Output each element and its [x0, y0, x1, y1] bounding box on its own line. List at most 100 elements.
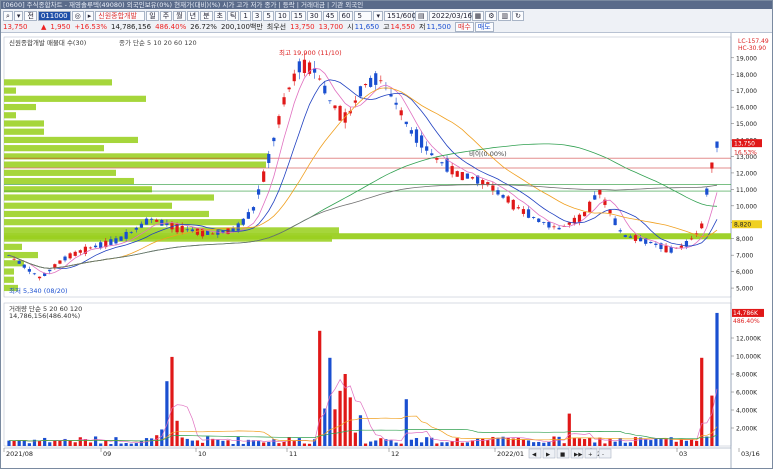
nav-button-label[interactable]: ▶▶ [574, 452, 583, 458]
volume-bar [124, 443, 128, 446]
search-stock-icon[interactable]: ◎ [71, 10, 84, 21]
nav-button-label[interactable]: ■ [560, 452, 565, 458]
candle-body [593, 195, 597, 200]
volume-bar [256, 441, 261, 446]
period-day-button[interactable]: 일 [146, 10, 159, 21]
settings-icon[interactable]: ⚙ [485, 10, 498, 21]
stock-code-input[interactable]: 011000 [37, 10, 71, 21]
volume-bar [262, 442, 266, 446]
chart-area[interactable]: 19,00018,00017,00016,00015,00014,00013,0… [1, 33, 772, 469]
interval-45-button[interactable]: 45 [322, 10, 338, 21]
candle-body [399, 110, 403, 116]
volume-bar [37, 440, 42, 446]
sync-icon[interactable]: ↻ [512, 10, 524, 21]
volume-bar [99, 443, 103, 446]
candle-body [119, 236, 123, 241]
stock-chart-svg[interactable]: 19,00018,00017,00016,00015,00014,00013,0… [1, 33, 772, 469]
candle-body [598, 189, 602, 195]
volume-bar [425, 437, 429, 446]
volume-bar [48, 442, 52, 446]
volume-bar [328, 357, 332, 446]
window-title-bar: [0600] 주식종합차트 - 재영솔루텍(49080) 외국인보유(0%) 현… [1, 1, 772, 9]
volume-pct: 486.40% [155, 22, 187, 31]
volume-bar [160, 429, 164, 446]
open-value: 11,650 [354, 22, 380, 31]
dropdown-icon[interactable]: ▾ [13, 10, 24, 21]
interval-60-button[interactable]: 60 [338, 10, 354, 21]
period-minute-button[interactable]: 분 [200, 10, 213, 21]
pct-tag: 16.53% [734, 150, 757, 157]
nav-button[interactable] [598, 448, 612, 459]
period-month-button[interactable]: 월 [173, 10, 186, 21]
candle-body [633, 235, 638, 241]
grid-icon[interactable]: ▥ [498, 10, 512, 21]
calendar-icon[interactable]: ▦ [471, 10, 485, 21]
volume-bar [481, 438, 485, 446]
interval-15-button[interactable]: 15 [290, 10, 306, 21]
volume-profile-bar [4, 87, 16, 94]
interval-1-button[interactable]: 1 [240, 10, 251, 21]
volume-bar [185, 438, 189, 446]
candle-body [537, 218, 541, 223]
volume-bar [684, 440, 689, 446]
candle-body [262, 171, 266, 182]
candle-body [623, 235, 627, 238]
nav-button-label[interactable]: + [588, 452, 593, 458]
interval-30-button[interactable]: 30 [306, 10, 322, 21]
sell-button[interactable]: 매도 [474, 21, 494, 32]
candle-body [211, 233, 215, 235]
x-axis-label: 12 [391, 450, 399, 458]
count-dropdown-icon[interactable]: ▾ [373, 10, 383, 21]
candle-body [363, 84, 368, 86]
period-week-button[interactable]: 주 [159, 10, 173, 21]
range-field[interactable]: 151/600 [383, 10, 416, 21]
volume-bar [460, 442, 464, 446]
volume-bar [532, 442, 536, 446]
volume-profile-bar [4, 177, 134, 185]
volume-bar [516, 437, 520, 446]
volume-bar [506, 437, 510, 446]
add-icon[interactable]: ▸ [84, 10, 95, 21]
range-icon[interactable]: ▤ [414, 10, 428, 21]
volume-bar [180, 437, 184, 446]
interval-3-button[interactable]: 3 [251, 10, 263, 21]
candle-body [124, 231, 128, 239]
interval-10-button[interactable]: 10 [274, 10, 290, 21]
volume-bar [287, 437, 291, 446]
buy-button[interactable]: 매수 [454, 21, 474, 32]
search-icon[interactable]: ⌕ [3, 10, 13, 21]
volume-bar [537, 441, 541, 446]
period-year-button[interactable]: 년 [186, 10, 200, 21]
volume-bar [567, 413, 571, 446]
volume-bar [353, 432, 357, 446]
candle-body [287, 87, 291, 90]
x-axis-label: 10 [198, 450, 206, 458]
prefix-field[interactable]: 전 [24, 10, 37, 21]
candle-body [588, 201, 592, 212]
price-axis-label: 16,000 [736, 105, 757, 112]
high-label: 고 [383, 22, 390, 31]
volume-bar [435, 443, 439, 446]
volume-profile-bar [4, 202, 172, 209]
candle-body [608, 209, 612, 214]
candle-body [22, 264, 26, 268]
candle-body [654, 243, 658, 245]
candle-body [409, 130, 413, 134]
candle-body [394, 102, 398, 105]
candle-body [139, 223, 144, 228]
period-tick-button[interactable]: 틱 [226, 10, 240, 21]
candle-body [68, 253, 72, 259]
toolbar-row-1: ⌕ ▾ 전 011000 ◎ ▸ 신원종합개발 일 주 월 년 분 초 틱 1 … [3, 10, 525, 21]
volume-bar [644, 439, 648, 446]
interval-5-button[interactable]: 5 [263, 10, 274, 21]
stock-name-field[interactable]: 신원종합개발 [95, 10, 146, 21]
x-axis-label: 09 [103, 450, 111, 458]
nav-button-label[interactable]: - [602, 452, 604, 458]
date-field[interactable]: 2022/03/16 [428, 10, 472, 21]
period-second-button[interactable]: 초 [213, 10, 226, 21]
count-field[interactable]: 5 [354, 10, 373, 21]
candle-body [542, 222, 546, 223]
price-axis-label: 10,000 [736, 203, 757, 210]
volume-axis-label: 10,000K [736, 354, 762, 361]
candle-body [358, 86, 363, 97]
